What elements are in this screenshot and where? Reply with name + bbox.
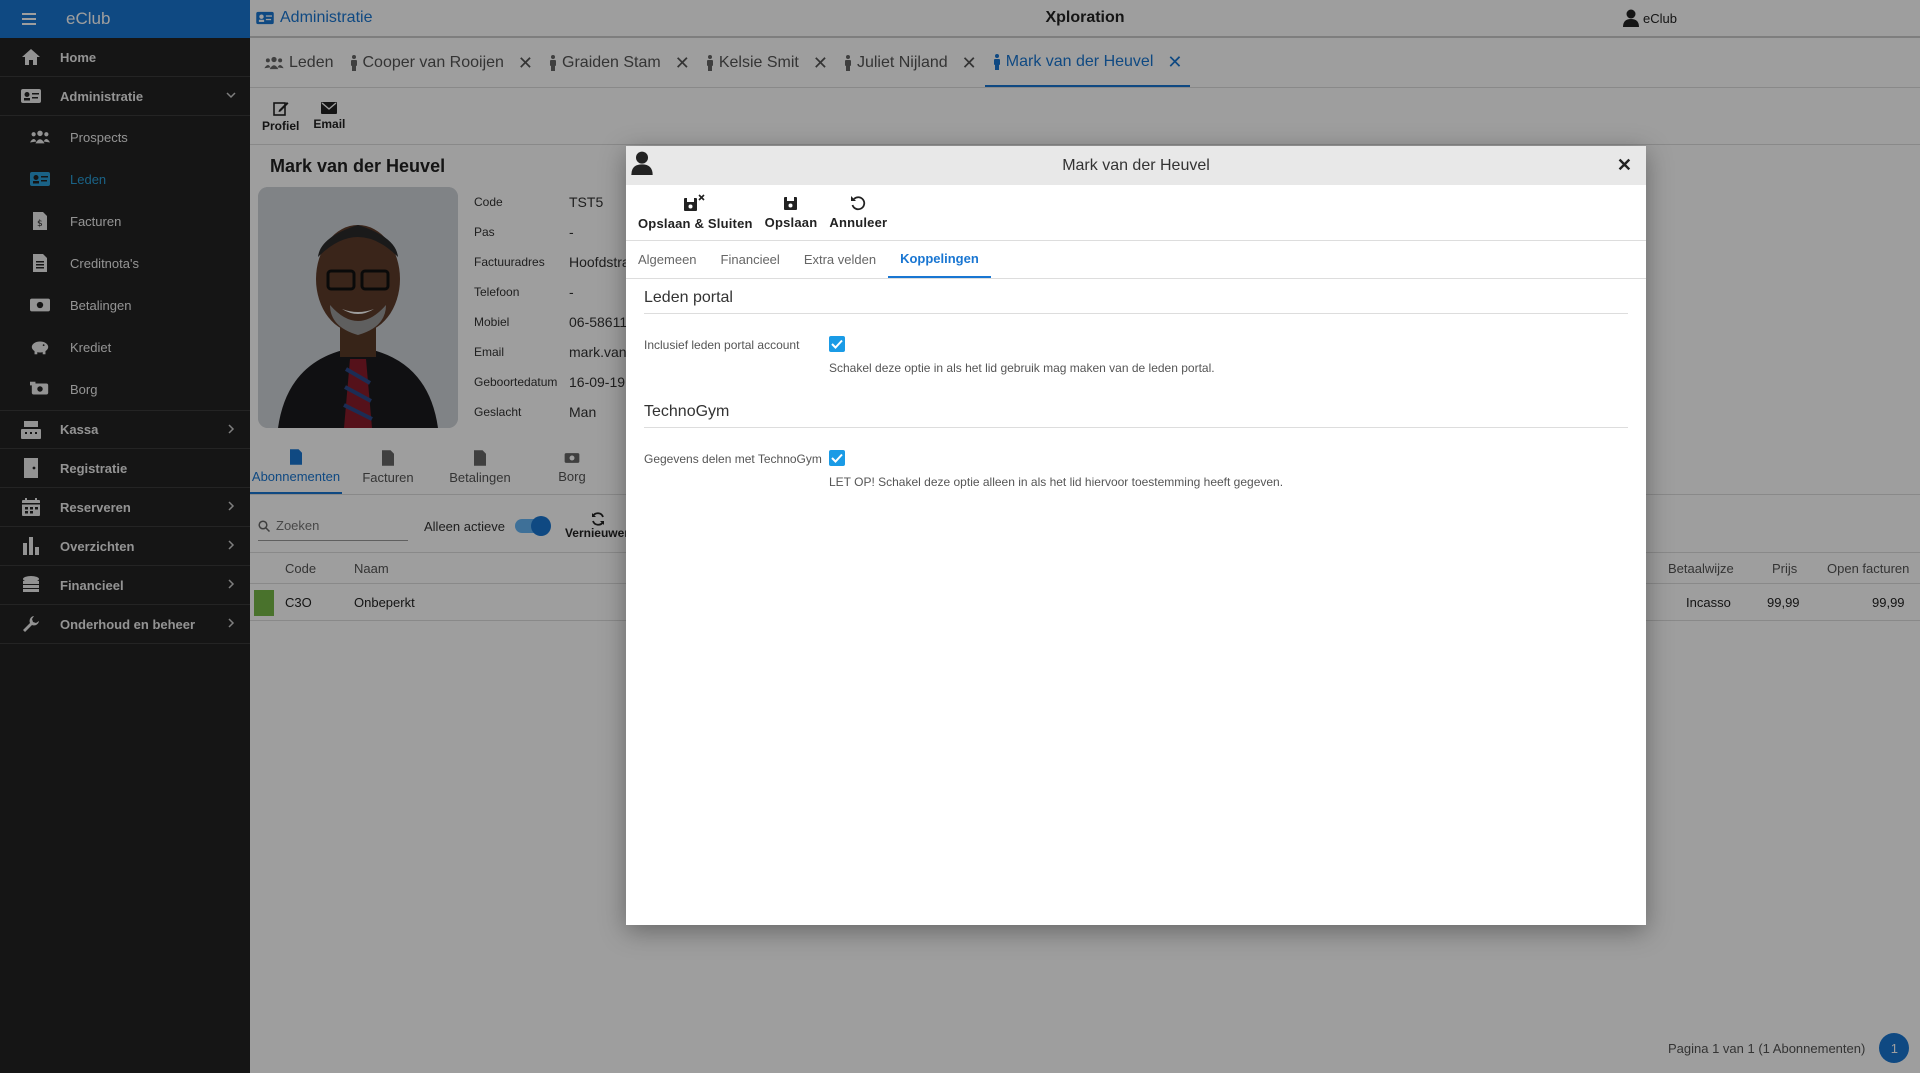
field-hint: Schakel deze optie in als het lid gebrui… <box>829 361 1215 375</box>
checkmark-icon <box>831 453 843 463</box>
undo-icon <box>850 195 866 215</box>
technogym-checkbox[interactable] <box>829 450 845 466</box>
dialog-body: Leden portal Inclusief leden portal acco… <box>626 289 1646 489</box>
tab-extra-velden[interactable]: Extra velden <box>792 240 888 278</box>
field-technogym-sharing: Gegevens delen met TechnoGym LET OP! Sch… <box>644 450 1628 489</box>
tab-financieel[interactable]: Financieel <box>709 240 792 278</box>
save-close-button[interactable]: Opslaan & Sluiten <box>638 194 753 231</box>
dialog-header: Mark van der Heuvel ✕ <box>626 146 1646 185</box>
field-hint: LET OP! Schakel deze optie alleen in als… <box>829 475 1284 489</box>
tab-algemeen[interactable]: Algemeen <box>626 240 709 278</box>
dialog-title: Mark van der Heuvel <box>1062 156 1210 174</box>
save-icon <box>784 195 798 215</box>
field-leden-portal-account: Inclusief leden portal account Schakel d… <box>644 336 1628 375</box>
dialog-toolbar: Opslaan & Sluiten Opslaan Annuleer <box>626 185 1646 241</box>
field-label: Inclusief leden portal account <box>644 338 800 352</box>
member-dialog: Mark van der Heuvel ✕ Opslaan & Sluiten … <box>626 146 1646 925</box>
save-button[interactable]: Opslaan <box>765 195 818 230</box>
save-close-icon <box>684 194 706 216</box>
close-icon[interactable]: ✕ <box>1617 155 1632 176</box>
tab-koppelingen[interactable]: Koppelingen <box>888 240 991 278</box>
section-title-technogym: TechnoGym <box>644 403 1628 428</box>
leden-portal-checkbox[interactable] <box>829 336 845 352</box>
cancel-button[interactable]: Annuleer <box>829 195 887 230</box>
user-icon <box>631 151 653 175</box>
checkmark-icon <box>831 339 843 349</box>
dialog-tabs: Algemeen Financieel Extra velden Koppeli… <box>626 241 1646 279</box>
section-title-leden-portal: Leden portal <box>644 289 1628 314</box>
field-label: Gegevens delen met TechnoGym <box>644 452 822 466</box>
